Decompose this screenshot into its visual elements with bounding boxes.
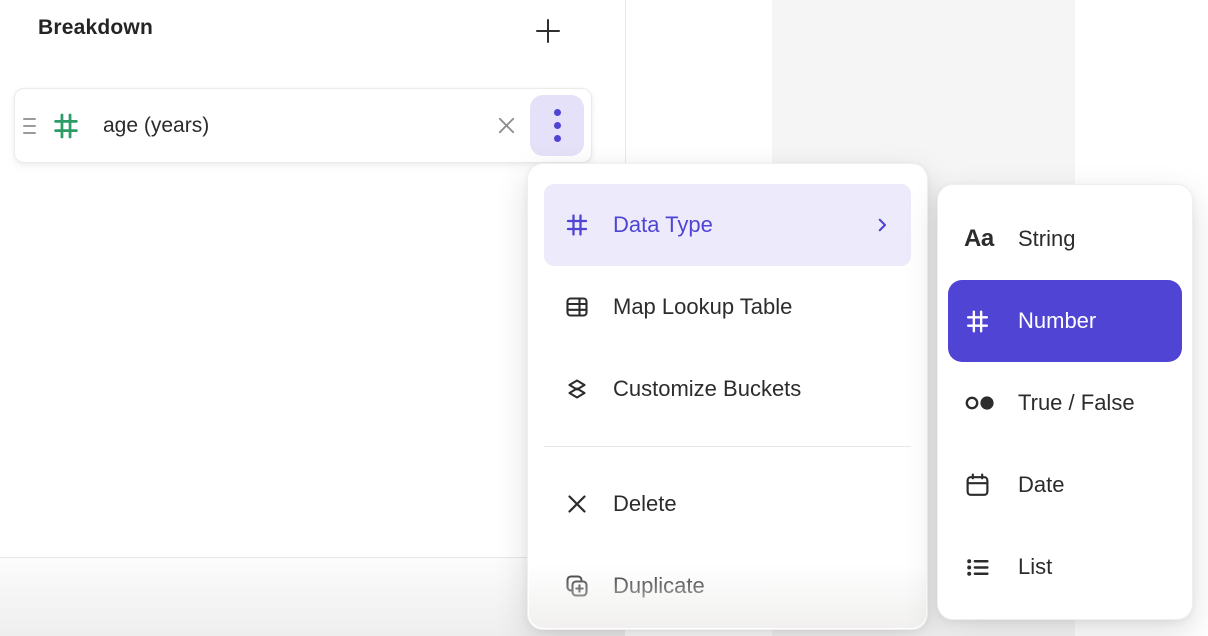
chevron-right-icon xyxy=(873,216,891,234)
menu-item-label: Customize Buckets xyxy=(613,376,801,402)
layers-icon xyxy=(564,376,590,402)
breakdown-header: Breakdown xyxy=(38,16,590,40)
submenu-item-label: Number xyxy=(1018,308,1096,334)
submenu-item-list[interactable]: List xyxy=(948,526,1182,608)
close-icon xyxy=(495,114,518,137)
kebab-menu-icon xyxy=(554,109,561,142)
add-breakdown-button[interactable] xyxy=(529,12,567,50)
drag-handle-icon[interactable] xyxy=(23,118,38,134)
menu-item-customize-buckets[interactable]: Customize Buckets xyxy=(544,348,911,430)
submenu-item-label: String xyxy=(1018,226,1075,252)
data-type-submenu: Aa String Number True / False xyxy=(937,184,1193,620)
breakdown-screen: Breakdown age (years) xyxy=(0,0,1208,636)
list-icon xyxy=(964,553,1000,581)
breakdown-field-chip[interactable]: age (years) xyxy=(14,88,592,163)
x-icon xyxy=(564,491,590,517)
aa-icon: Aa xyxy=(964,225,1000,253)
submenu-item-true-false[interactable]: True / False xyxy=(948,362,1182,444)
field-options-button[interactable] xyxy=(530,95,584,156)
submenu-item-label: Date xyxy=(1018,472,1064,498)
menu-item-duplicate[interactable]: Duplicate xyxy=(544,545,911,627)
boolean-icon xyxy=(964,389,1000,417)
field-context-menu: Data Type Map Lookup Table xyxy=(527,163,928,630)
menu-item-label: Map Lookup Table xyxy=(613,294,792,320)
plus-icon xyxy=(533,16,563,46)
submenu-item-label: List xyxy=(1018,554,1052,580)
menu-item-label: Data Type xyxy=(613,212,713,238)
field-name: age (years) xyxy=(103,114,209,138)
duplicate-icon xyxy=(564,573,590,599)
menu-divider xyxy=(544,446,911,447)
calendar-icon xyxy=(964,471,1000,499)
remove-field-button[interactable] xyxy=(488,108,524,144)
submenu-item-date[interactable]: Date xyxy=(948,444,1182,526)
menu-item-delete[interactable]: Delete xyxy=(544,463,911,545)
menu-item-map-lookup-table[interactable]: Map Lookup Table xyxy=(544,266,911,348)
menu-item-label: Duplicate xyxy=(613,573,705,599)
table-icon xyxy=(564,294,590,320)
submenu-item-label: True / False xyxy=(1018,390,1135,416)
submenu-item-number[interactable]: Number xyxy=(948,280,1182,362)
hash-icon xyxy=(964,307,1000,335)
hash-icon xyxy=(564,212,590,238)
submenu-item-string[interactable]: Aa String xyxy=(948,198,1182,280)
panel-title: Breakdown xyxy=(38,16,153,40)
hash-icon xyxy=(51,111,81,141)
menu-item-data-type[interactable]: Data Type xyxy=(544,184,911,266)
menu-item-label: Delete xyxy=(613,491,677,517)
